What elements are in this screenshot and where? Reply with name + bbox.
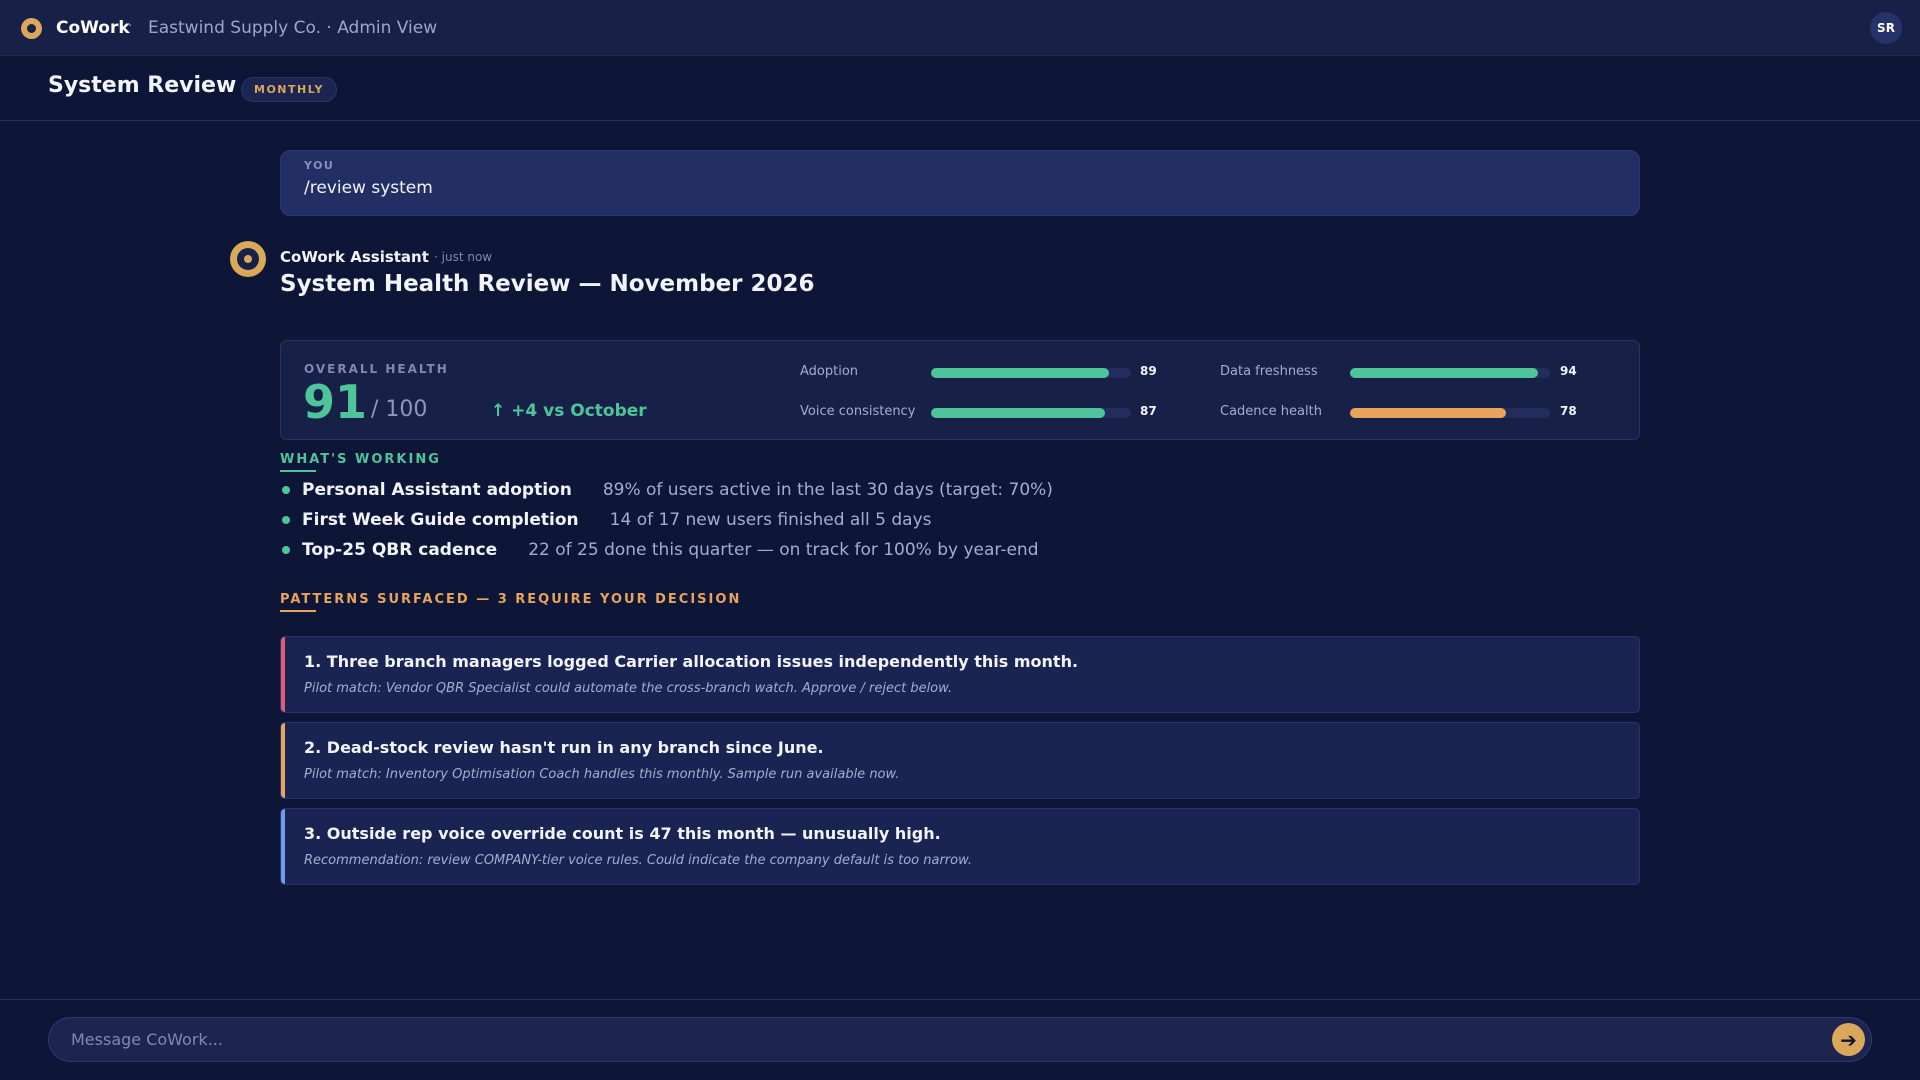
list-item-desc: 14 of 17 new users finished all 5 days: [609, 510, 932, 530]
cadence-badge: MONTHLY: [241, 77, 337, 102]
pattern-title: 1. Three branch managers logged Carrier …: [304, 652, 1079, 671]
health-summary-card: OVERALL HEALTH 91 / 100 ↑ +4 vs October …: [280, 340, 1640, 440]
report-title: System Health Review — November 2026: [280, 271, 815, 297]
bullet-icon: [282, 516, 290, 524]
user-message-label: YOU: [304, 159, 335, 172]
metric-bar-cadence-health: [1350, 408, 1550, 418]
list-item: First Week Guide completion 14 of 17 new…: [280, 508, 932, 532]
assistant-name: CoWork Assistant: [280, 248, 429, 266]
composer-area: ➔: [0, 999, 1920, 1080]
pattern-severity-bar: [281, 723, 285, 798]
pattern-severity-bar: [281, 809, 285, 884]
cowork-logo-icon[interactable]: [21, 18, 42, 39]
patterns-section-underline: [280, 610, 316, 612]
health-label: OVERALL HEALTH: [304, 362, 449, 376]
metric-fill-voice-consistency: [931, 408, 1105, 418]
health-delta: ↑ +4 vs October: [491, 401, 647, 421]
message-timestamp: · just now: [434, 250, 493, 264]
metric-fill-data-freshness: [1350, 368, 1538, 378]
list-item-desc: 89% of users active in the last 30 days …: [602, 480, 1053, 500]
message-composer: ➔: [48, 1017, 1872, 1062]
send-button[interactable]: ➔: [1832, 1023, 1865, 1056]
pattern-title: 3. Outside rep voice override count is 4…: [304, 824, 941, 843]
pattern-detail: Pilot match: Inventory Optimisation Coac…: [304, 767, 900, 782]
pattern-severity-bar: [281, 637, 285, 712]
bullet-icon: [282, 546, 290, 554]
pattern-card[interactable]: 1. Three branch managers logged Carrier …: [280, 636, 1640, 713]
metric-value-data-freshness: 94: [1560, 364, 1577, 378]
health-score: 91: [303, 375, 368, 429]
metric-value-cadence-health: 78: [1560, 404, 1577, 418]
metric-fill-cadence-health: [1350, 408, 1506, 418]
pattern-card[interactable]: 3. Outside rep voice override count is 4…: [280, 808, 1640, 885]
list-item: Top-25 QBR cadence 22 of 25 done this qu…: [280, 538, 1039, 562]
list-item: Personal Assistant adoption 89% of users…: [280, 478, 1053, 502]
health-score-max: / 100: [371, 397, 428, 422]
bullet-icon: [282, 486, 290, 494]
patterns-section-label: PATTERNS SURFACED — 3 REQUIRE YOUR DECIS…: [280, 592, 742, 607]
user-message-text: /review system: [304, 178, 433, 198]
brand-separator: ·: [128, 18, 133, 34]
page-header: System Review MONTHLY: [0, 56, 1920, 121]
pattern-title: 2. Dead-stock review hasn't run in any b…: [304, 738, 824, 757]
metric-label-cadence-health: Cadence health: [1220, 404, 1322, 419]
pattern-detail: Pilot match: Vendor QBR Specialist could…: [304, 681, 953, 696]
metric-fill-adoption: [931, 368, 1109, 378]
working-section-underline: [280, 470, 316, 472]
metric-bar-adoption: [931, 368, 1131, 378]
message-input[interactable]: [71, 1018, 1771, 1061]
page-title: System Review: [48, 73, 237, 98]
metric-value-voice-consistency: 87: [1140, 404, 1157, 418]
metric-bar-voice-consistency: [931, 408, 1131, 418]
top-bar: CoWork · Eastwind Supply Co. · Admin Vie…: [0, 0, 1920, 56]
metric-label-data-freshness: Data freshness: [1220, 364, 1318, 379]
arrow-right-icon: ➔: [1840, 1027, 1857, 1052]
metric-value-adoption: 89: [1140, 364, 1157, 378]
org-context: Eastwind Supply Co. · Admin View: [148, 18, 438, 38]
list-item-title: First Week Guide completion: [302, 510, 579, 530]
list-item-title: Personal Assistant adoption: [302, 480, 572, 500]
assistant-avatar-icon: [230, 241, 266, 277]
working-section-label: WHAT'S WORKING: [280, 452, 441, 467]
user-message: YOU /review system: [280, 150, 1640, 216]
user-avatar[interactable]: SR: [1870, 12, 1902, 44]
pattern-detail: Recommendation: review COMPANY-tier voic…: [304, 853, 973, 868]
list-item-desc: 22 of 25 done this quarter — on track fo…: [528, 540, 1039, 560]
metric-bar-data-freshness: [1350, 368, 1550, 378]
brand-name[interactable]: CoWork: [56, 18, 130, 38]
pattern-card[interactable]: 2. Dead-stock review hasn't run in any b…: [280, 722, 1640, 799]
list-item-title: Top-25 QBR cadence: [302, 540, 498, 560]
metric-label-voice-consistency: Voice consistency: [800, 404, 916, 419]
metric-label-adoption: Adoption: [800, 364, 859, 379]
